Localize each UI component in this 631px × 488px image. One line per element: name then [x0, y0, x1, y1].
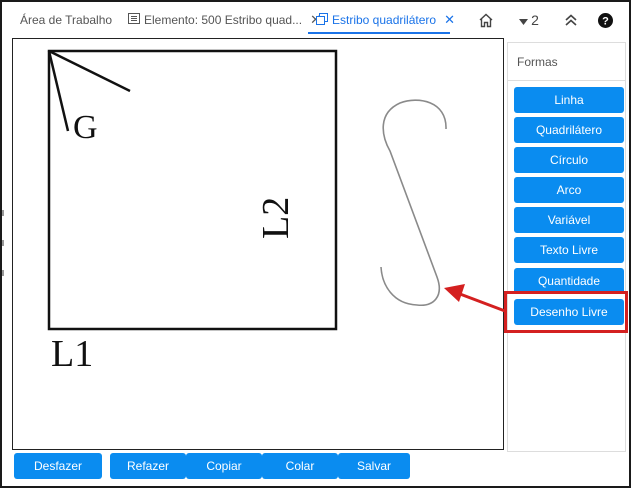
double-chevron-up-icon[interactable]	[562, 10, 580, 30]
variable-button[interactable]: Variável	[514, 207, 624, 233]
edge-mark	[2, 240, 4, 246]
paste-button[interactable]: Colar	[262, 453, 338, 479]
count-label: 2	[531, 12, 539, 28]
home-icon[interactable]	[476, 10, 496, 30]
free-text-button[interactable]: Texto Livre	[514, 237, 624, 263]
close-icon[interactable]: ✕	[444, 12, 455, 28]
hook-line-2	[47, 50, 70, 132]
edge-mark	[2, 210, 4, 216]
freehand-s-shape	[380, 99, 447, 306]
list-icon	[128, 13, 140, 27]
tab-label: Área de Trabalho	[20, 13, 113, 27]
undo-button[interactable]: Desfazer	[14, 453, 102, 479]
copy-icon	[316, 12, 328, 28]
quadrilateral-button[interactable]: Quadrilátero	[514, 117, 624, 143]
tab-label: Estribo quadrilátero	[332, 13, 437, 27]
label-l2: L2	[255, 196, 297, 239]
label-g: G	[73, 109, 98, 146]
caret-down-icon	[519, 12, 529, 28]
line-button[interactable]: Linha	[514, 87, 624, 113]
edge-mark	[2, 270, 4, 276]
help-icon[interactable]: ?	[596, 10, 614, 30]
hook-line-1	[48, 49, 131, 93]
active-tab-indicator	[308, 32, 450, 34]
tab-bar: Área de Trabalho Elemento: 500 Estribo q…	[2, 2, 629, 34]
highlight-box	[504, 291, 628, 333]
redo-button[interactable]: Refazer	[110, 453, 186, 479]
panel-title: Formas	[508, 43, 625, 81]
tab-label: Elemento: 500 Estribo quad...	[144, 13, 303, 27]
save-button[interactable]: Salvar	[338, 453, 410, 479]
svg-text:?: ?	[602, 15, 609, 27]
label-l1: L1	[51, 333, 94, 375]
copy-button[interactable]: Copiar	[186, 453, 262, 479]
count-dropdown[interactable]: 2	[516, 10, 542, 30]
tab-estribo-quadrilatero[interactable]: Estribo quadrilátero ✕	[316, 8, 455, 32]
canvas-drawing	[47, 49, 447, 331]
arc-button[interactable]: Arco	[514, 177, 624, 203]
stirrup-rectangle	[47, 49, 338, 331]
shapes-panel: Formas Linha Quadrilátero Círculo Arco V…	[507, 42, 626, 452]
drawing-canvas[interactable]: G L1 L2	[12, 38, 504, 450]
circle-button[interactable]: Círculo	[514, 147, 624, 173]
tab-elemento[interactable]: Elemento: 500 Estribo quad... ✕	[128, 8, 321, 32]
tab-area-de-trabalho[interactable]: Área de Trabalho	[20, 8, 112, 32]
